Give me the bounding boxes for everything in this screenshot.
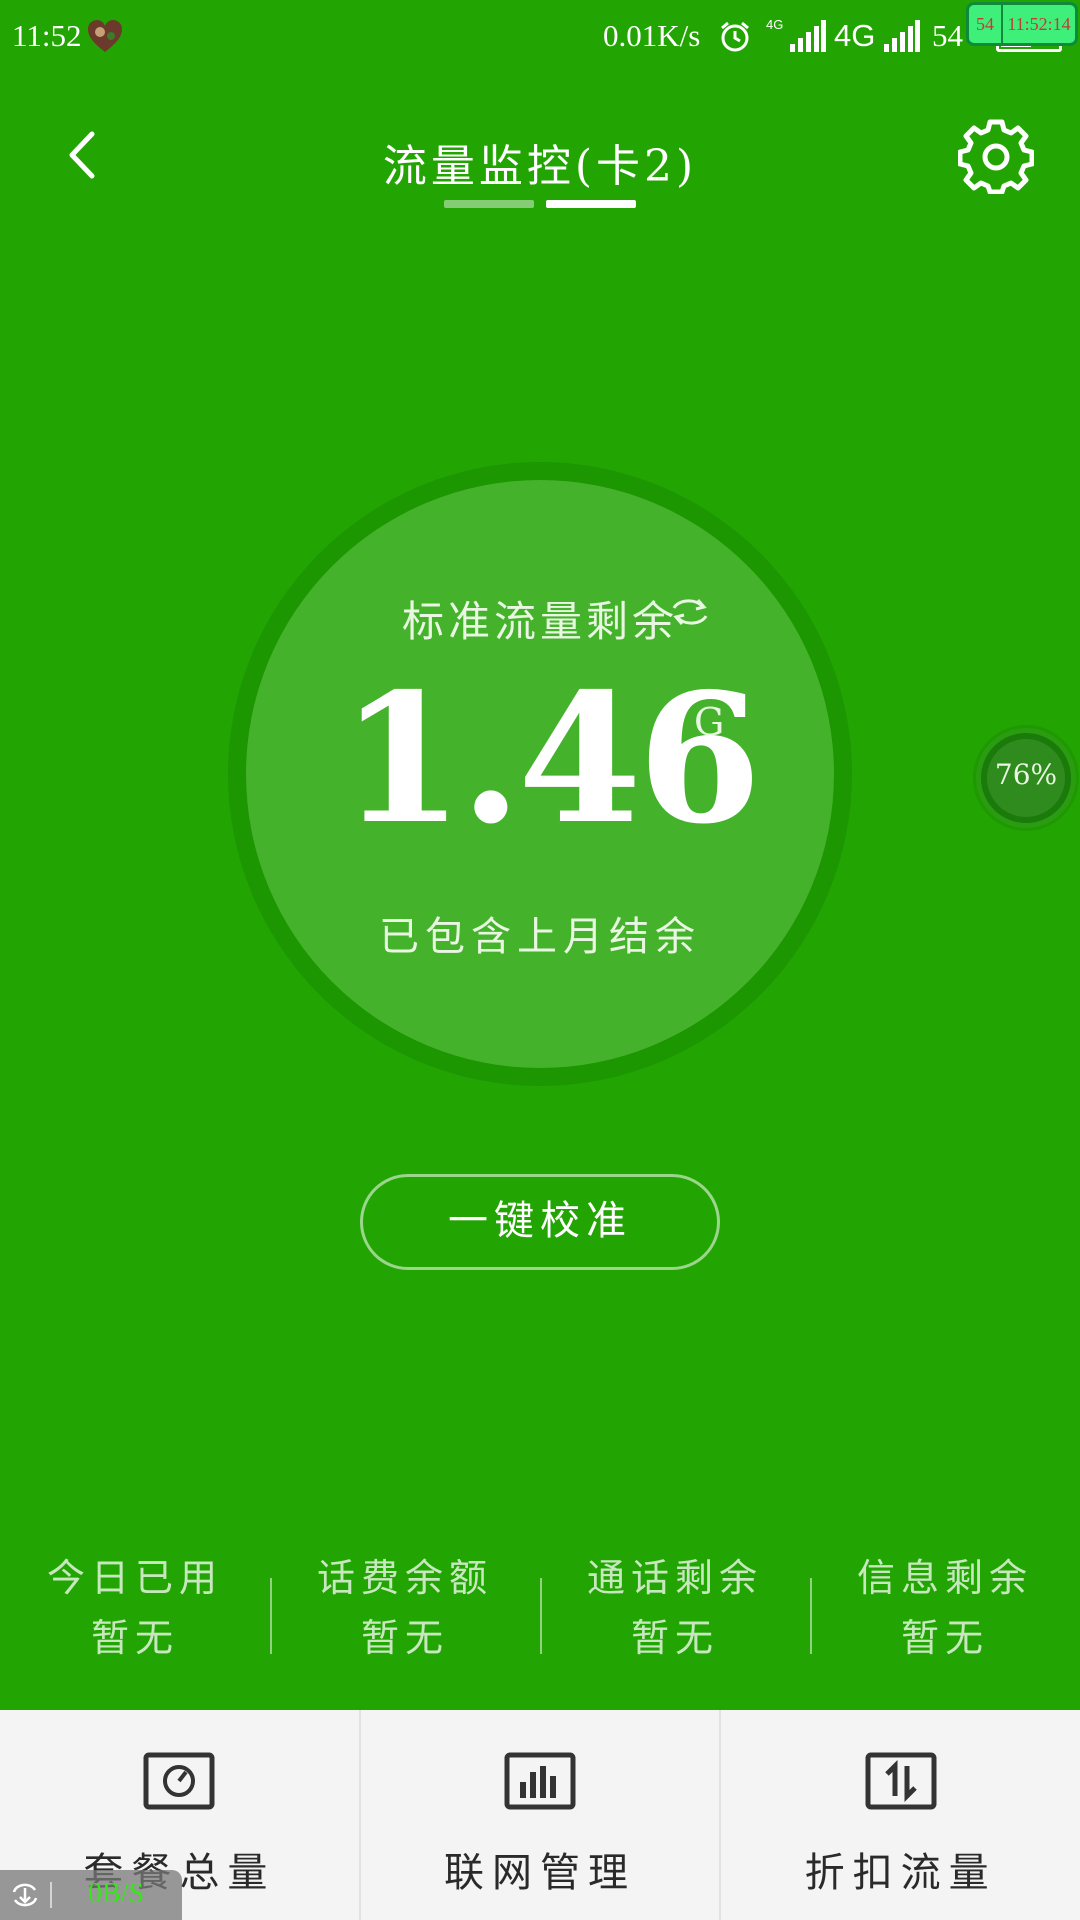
speed-value: 0B/S xyxy=(88,1878,145,1909)
signal-icon xyxy=(790,20,826,52)
stat-value: 暂无 xyxy=(630,1616,719,1660)
remaining-data-unit: G xyxy=(694,700,725,744)
page-title: 流量监控(卡2) xyxy=(382,141,698,192)
back-arrow-icon[interactable] xyxy=(58,128,112,182)
gear-icon[interactable] xyxy=(958,118,1034,194)
heart-notification-icon xyxy=(88,20,122,52)
floating-ball-percent: 76% xyxy=(994,758,1058,791)
speed-widget[interactable]: 0B/S xyxy=(0,1870,182,1920)
stat-label: 通话剩余 xyxy=(586,1556,763,1600)
time-overlay-widget[interactable]: 54 11:52:14 xyxy=(966,2,1078,46)
stat-label: 信息剩余 xyxy=(856,1556,1033,1600)
overlay-counter: 54 xyxy=(969,5,1003,43)
stat-today-used[interactable]: 今日已用 暂无 xyxy=(0,1548,270,1668)
stat-value: 暂无 xyxy=(90,1616,179,1660)
bar-chart-icon xyxy=(504,1752,576,1810)
stat-value: 暂无 xyxy=(900,1616,989,1660)
stat-label: 话费余额 xyxy=(316,1556,493,1600)
stat-balance[interactable]: 话费余额 暂无 xyxy=(270,1548,540,1668)
status-time: 11:52 xyxy=(12,18,82,53)
network-type-small: 4G xyxy=(766,17,784,32)
status-bar: 11:52 0.01K/s 4G 4G 54 54 11:52:14 xyxy=(0,0,1080,76)
stat-value: 暂无 xyxy=(360,1616,449,1660)
divider xyxy=(50,1882,52,1908)
gauge-icon xyxy=(143,1752,215,1810)
nav-label: 折扣流量 xyxy=(804,1850,997,1896)
refresh-icon[interactable] xyxy=(668,596,712,628)
overlay-time: 11:52:14 xyxy=(1007,14,1071,34)
nav-discount-data[interactable]: 折扣流量 xyxy=(719,1710,1080,1920)
transfer-arrows-icon xyxy=(865,1752,937,1810)
page-indicator-1[interactable] xyxy=(444,200,534,208)
remaining-data-value: 1.46 xyxy=(340,654,762,863)
alarm-icon xyxy=(721,21,749,52)
net-speed: 0.01K/s xyxy=(603,18,701,53)
stat-label: 今日已用 xyxy=(46,1556,223,1600)
stat-sms-remaining[interactable]: 信息剩余 暂无 xyxy=(810,1548,1080,1668)
refresh-icon xyxy=(12,1883,38,1907)
page-indicator-2[interactable] xyxy=(546,200,636,208)
stat-call-remaining[interactable]: 通话剩余 暂无 xyxy=(540,1548,810,1668)
signal-icon xyxy=(884,20,920,52)
network-type: 4G xyxy=(834,18,876,53)
stats-row: 今日已用 暂无 话费余额 暂无 通话剩余 暂无 信息剩余 暂无 xyxy=(0,1548,1080,1668)
nav-label: 联网管理 xyxy=(444,1850,636,1896)
gauge-note: 已包含上月结余 xyxy=(379,914,701,960)
nav-network-management[interactable]: 联网管理 xyxy=(358,1710,720,1920)
calibrate-button[interactable]: 一键校准 xyxy=(360,1174,720,1270)
battery-percent: 54 xyxy=(932,18,963,53)
